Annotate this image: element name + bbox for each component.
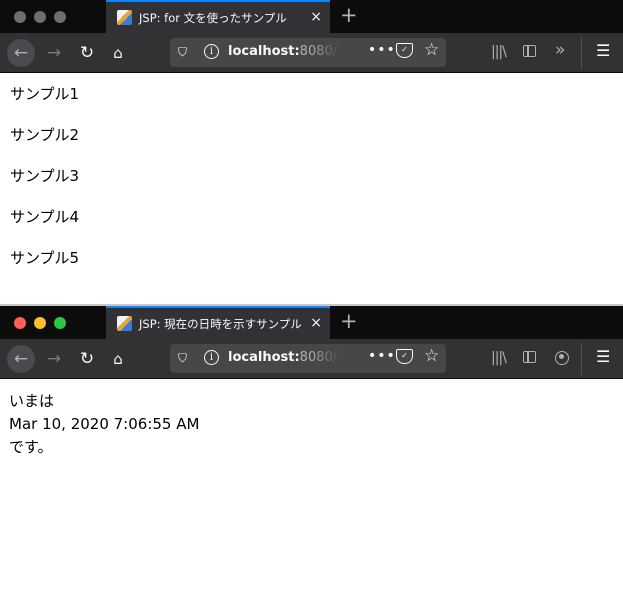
close-window-button[interactable] — [14, 11, 26, 23]
url-bar[interactable]: ⛉ i localhost:8080/ ••• ✓ ☆ — [170, 344, 446, 373]
close-window-button[interactable] — [14, 317, 26, 329]
tracking-shield-icon[interactable]: ⛉ — [178, 45, 187, 60]
library-icon[interactable]: |||\ — [491, 44, 507, 60]
pocket-icon[interactable]: ✓ — [396, 43, 413, 58]
page-content-datetime: いまは Mar 10, 2020 7:06:55 AM です。 — [9, 390, 199, 459]
forward-button[interactable]: → — [40, 39, 68, 67]
hamburger-menu-icon[interactable]: ☰ — [596, 41, 610, 60]
sidebar-icon[interactable] — [523, 45, 536, 57]
window-controls — [14, 11, 66, 23]
tab-bar: JSP: for 文を使ったサンプル × + — [0, 0, 623, 33]
outro-text: です。 — [9, 438, 53, 456]
bookmark-star-icon[interactable]: ☆ — [424, 40, 439, 60]
close-tab-icon[interactable]: × — [310, 313, 322, 333]
forward-button[interactable]: → — [40, 345, 68, 373]
sample-line: サンプル3 — [10, 167, 80, 185]
tracking-shield-icon[interactable]: ⛉ — [178, 351, 187, 366]
maximize-window-button[interactable] — [54, 11, 66, 23]
sidebar-icon[interactable] — [523, 351, 536, 363]
close-tab-icon[interactable]: × — [310, 7, 322, 27]
tab-bar: JSP: 現在の日時を示すサンプル × + — [0, 306, 623, 339]
bookmark-star-icon[interactable]: ☆ — [424, 346, 439, 366]
site-info-icon[interactable]: i — [204, 44, 219, 59]
account-icon[interactable] — [555, 351, 569, 365]
sample-line: サンプル5 — [10, 249, 80, 267]
tab-title: JSP: 現在の日時を示すサンプル — [139, 317, 302, 331]
nav-toolbar: ← → ↻ ⌂ ⛉ i localhost:8080/ ••• ✓ ☆ |||\… — [0, 33, 623, 73]
url-fade — [310, 41, 340, 63]
tomcat-favicon-icon — [117, 10, 132, 25]
url-fade — [310, 347, 340, 369]
overflow-menu-icon[interactable]: » — [555, 40, 565, 60]
new-tab-button[interactable]: + — [340, 309, 358, 333]
tab-active[interactable]: JSP: for 文を使ったサンプル × — [106, 0, 330, 33]
minimize-window-button[interactable] — [34, 317, 46, 329]
pocket-icon[interactable]: ✓ — [396, 349, 413, 364]
new-tab-button[interactable]: + — [340, 3, 358, 27]
sample-line: サンプル4 — [10, 208, 80, 226]
page-actions-icon[interactable]: ••• — [368, 348, 396, 364]
reload-button[interactable]: ↻ — [73, 39, 101, 67]
url-bar[interactable]: ⛉ i localhost:8080/ ••• ✓ ☆ — [170, 38, 446, 67]
back-button[interactable]: ← — [7, 39, 35, 67]
page-actions-icon[interactable]: ••• — [368, 42, 396, 58]
reload-button[interactable]: ↻ — [73, 345, 101, 373]
toolbar-divider — [581, 343, 582, 375]
nav-toolbar: ← → ↻ ⌂ ⛉ i localhost:8080/ ••• ✓ ☆ |||\… — [0, 339, 623, 379]
hamburger-menu-icon[interactable]: ☰ — [596, 347, 610, 366]
page-content: サンプル1 サンプル2 サンプル3 サンプル4 サンプル5 — [10, 84, 79, 289]
sample-line: サンプル1 — [10, 85, 80, 103]
window-controls — [14, 317, 66, 329]
site-info-icon[interactable]: i — [204, 350, 219, 365]
maximize-window-button[interactable] — [54, 317, 66, 329]
tomcat-favicon-icon — [117, 316, 132, 331]
tab-active[interactable]: JSP: 現在の日時を示すサンプル × — [106, 306, 330, 339]
sample-line: サンプル2 — [10, 126, 80, 144]
home-button[interactable]: ⌂ — [104, 39, 132, 67]
home-button[interactable]: ⌂ — [104, 345, 132, 373]
current-datetime: Mar 10, 2020 7:06:55 AM — [9, 415, 200, 433]
minimize-window-button[interactable] — [34, 11, 46, 23]
tab-title: JSP: for 文を使ったサンプル — [139, 11, 287, 25]
browser-window-1: JSP: for 文を使ったサンプル × + ← → ↻ ⌂ ⛉ i local… — [0, 0, 623, 304]
library-icon[interactable]: |||\ — [491, 350, 507, 366]
toolbar-divider — [581, 37, 582, 69]
intro-text: いまは — [9, 392, 55, 410]
back-button[interactable]: ← — [7, 345, 35, 373]
